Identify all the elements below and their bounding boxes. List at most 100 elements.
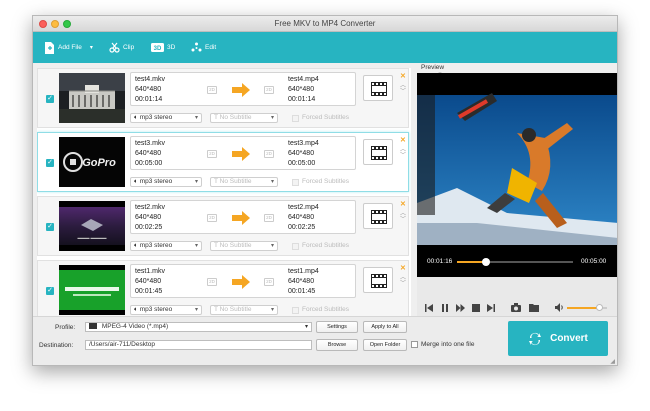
chevron-down-icon: ▾ xyxy=(304,324,308,330)
file-row[interactable]: ✓ GoPro test3.mkv 640*480 00:05:00 2D 2D… xyxy=(37,132,409,192)
add-file-button[interactable]: Add File ▾ xyxy=(44,32,93,63)
move-down-icon[interactable]: ﹀ xyxy=(400,150,406,159)
source-resolution: 640*480 xyxy=(135,214,162,221)
target-info: test4.mp4 640*480 00:01:14 xyxy=(288,75,319,105)
app-window: Free MKV to MP4 Converter Add File ▾ Cli… xyxy=(32,15,618,366)
stop-icon[interactable] xyxy=(472,304,480,312)
move-down-icon[interactable]: ﹀ xyxy=(400,278,406,287)
convert-button[interactable]: Convert xyxy=(508,321,608,356)
file-checkbox[interactable]: ✓ xyxy=(46,287,54,295)
forced-subtitles-label: Forced Subtitles xyxy=(302,242,349,249)
folder-icon[interactable] xyxy=(529,303,539,312)
output-settings-panel: Profile: MPEG-4 Video (*.mp4) ▾ Settings… xyxy=(33,316,617,365)
format-icon-button[interactable] xyxy=(363,203,393,229)
audio-track-dropdown[interactable]: 🔈︎ mp3 stereo ▾ xyxy=(130,241,202,251)
audio-track-dropdown[interactable]: 🔈︎ mp3 stereo ▾ xyxy=(130,177,202,187)
seek-handle[interactable] xyxy=(482,258,490,266)
subtitle-dropdown[interactable]: T No Subtitle ▾ xyxy=(210,305,278,315)
format-icon-button[interactable] xyxy=(363,75,393,101)
source-info: test1.mkv 640*480 00:01:45 xyxy=(135,267,165,297)
volume-slider[interactable] xyxy=(567,304,607,311)
volume-handle[interactable] xyxy=(596,304,603,311)
arrow-right-icon xyxy=(232,147,250,161)
remove-file-icon[interactable]: ✕ xyxy=(400,136,406,144)
browse-button[interactable]: Browse xyxy=(316,339,358,351)
speaker-icon: 🔈︎ xyxy=(134,306,138,313)
move-down-icon[interactable]: ﹀ xyxy=(400,86,406,95)
target-duration: 00:02:25 xyxy=(288,224,316,231)
settings-button[interactable]: Settings xyxy=(316,321,358,333)
source-2d-badge: 2D xyxy=(207,86,217,94)
remove-file-icon[interactable]: ✕ xyxy=(400,72,406,80)
file-row[interactable]: ✓ test1.mkv 640*480 00:01:45 2D 2D test1… xyxy=(37,260,409,316)
subtitle-value: No Subtitle xyxy=(219,306,252,313)
edit-button[interactable]: Edit xyxy=(191,32,216,63)
arrow-right-icon xyxy=(232,275,250,289)
file-checkbox[interactable]: ✓ xyxy=(46,95,54,103)
move-down-icon[interactable]: ﹀ xyxy=(400,214,406,223)
edit-label: Edit xyxy=(205,44,217,51)
target-filename: test4.mp4 xyxy=(288,76,319,83)
film-format-icon xyxy=(371,274,387,288)
target-filename: test2.mp4 xyxy=(288,204,319,211)
checkbox-box xyxy=(292,114,299,122)
skip-back-icon[interactable] xyxy=(425,304,433,312)
snapshot-camera-icon[interactable] xyxy=(511,303,521,312)
film-format-icon xyxy=(371,82,387,96)
target-duration: 00:05:00 xyxy=(288,160,316,167)
3d-button[interactable]: 3D 3D xyxy=(151,32,175,63)
apply-to-all-button[interactable]: Apply to All xyxy=(363,321,407,333)
target-resolution: 640*480 xyxy=(288,214,315,221)
video-thumbnail xyxy=(59,265,125,315)
window-title: Free MKV to MP4 Converter xyxy=(274,19,376,28)
chevron-down-icon: ▾ xyxy=(270,115,274,121)
clip-button[interactable]: Clip xyxy=(109,32,134,63)
pause-icon[interactable] xyxy=(441,304,449,312)
merge-checkbox[interactable]: Merge into one file xyxy=(411,341,474,348)
subtitle-dropdown[interactable]: T No Subtitle ▾ xyxy=(210,113,278,123)
audio-track-value: mp3 stereo xyxy=(139,242,173,249)
remove-file-icon[interactable]: ✕ xyxy=(400,264,406,272)
remove-file-icon[interactable]: ✕ xyxy=(400,200,406,208)
forced-subtitles-checkbox[interactable]: Forced Subtitles xyxy=(292,241,349,251)
source-info: test4.mkv 640*480 00:01:14 xyxy=(135,75,165,105)
add-file-icon xyxy=(45,41,54,54)
forced-subtitles-checkbox[interactable]: Forced Subtitles xyxy=(292,113,349,123)
chevron-down-icon: ▾ xyxy=(270,307,274,313)
source-2d-badge: 2D xyxy=(207,150,217,158)
subtitle-dropdown[interactable]: T No Subtitle ▾ xyxy=(210,241,278,251)
current-time: 00:01:16 xyxy=(427,258,453,265)
source-filename: test3.mkv xyxy=(135,140,165,147)
target-info: test1.mp4 640*480 00:01:45 xyxy=(288,267,319,297)
svg-text:▬▬▬ ▬▬▬▬: ▬▬▬ ▬▬▬▬ xyxy=(77,235,106,240)
file-checkbox[interactable]: ✓ xyxy=(46,159,54,167)
destination-field[interactable]: /Users/air-711/Desktop xyxy=(85,340,312,350)
convert-label: Convert xyxy=(550,333,588,344)
chevron-down-icon: ▾ xyxy=(194,179,198,185)
audio-track-dropdown[interactable]: 🔈︎ mp3 stereo ▾ xyxy=(130,113,202,123)
file-row[interactable]: ✓ test4.mkv 640*480 00:01:14 2D 2D test4… xyxy=(37,68,409,128)
profile-dropdown[interactable]: MPEG-4 Video (*.mp4) ▾ xyxy=(85,322,312,332)
resize-grip-icon[interactable]: ◢ xyxy=(610,358,615,365)
video-thumbnail: GoPro xyxy=(59,137,125,187)
fast-forward-icon[interactable] xyxy=(456,304,465,312)
audio-track-dropdown[interactable]: 🔈︎ mp3 stereo ▾ xyxy=(130,305,202,315)
file-info-box: test3.mkv 640*480 00:05:00 2D 2D test3.m… xyxy=(130,136,356,170)
format-icon-button[interactable] xyxy=(363,267,393,293)
forced-subtitles-checkbox[interactable]: Forced Subtitles xyxy=(292,305,349,315)
audio-track-value: mp3 stereo xyxy=(139,306,173,313)
forced-subtitles-checkbox[interactable]: Forced Subtitles xyxy=(292,177,349,187)
seek-bar[interactable] xyxy=(457,258,573,266)
forced-subtitles-label: Forced Subtitles xyxy=(302,178,349,185)
chevron-down-icon[interactable]: ▾ xyxy=(90,44,93,51)
format-icon-button[interactable] xyxy=(363,139,393,165)
chevron-down-icon: ▾ xyxy=(270,243,274,249)
skip-forward-icon[interactable] xyxy=(487,304,495,312)
open-folder-button[interactable]: Open Folder xyxy=(363,339,407,351)
file-info-box: test4.mkv 640*480 00:01:14 2D 2D test4.m… xyxy=(130,72,356,106)
file-row[interactable]: ✓ ▬▬▬ ▬▬▬▬ test2.mkv 640*480 00:02:25 2D… xyxy=(37,196,409,256)
merge-label: Merge into one file xyxy=(421,341,475,348)
subtitle-dropdown[interactable]: T No Subtitle ▾ xyxy=(210,177,278,187)
file-checkbox[interactable]: ✓ xyxy=(46,223,54,231)
volume-icon[interactable] xyxy=(555,303,564,312)
